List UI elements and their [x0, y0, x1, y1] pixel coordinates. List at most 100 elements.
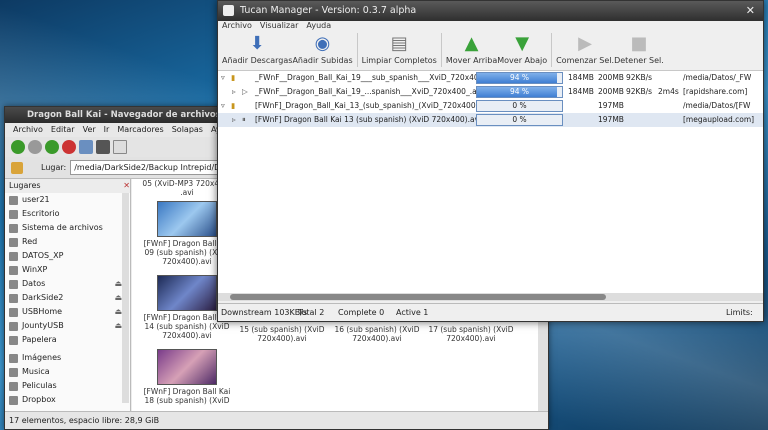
sidebar-item-label: Red [22, 237, 38, 246]
sidebar-item-usbhome[interactable]: USBHome ⏏ [5, 305, 130, 319]
menu-marcadores[interactable]: Marcadores [113, 123, 167, 137]
toolbar-separator [356, 33, 358, 67]
menu-ir[interactable]: Ir [100, 123, 114, 137]
video-thumbnail [157, 201, 217, 237]
start-selected-button[interactable]: ▶ Comenzar Sel. [556, 31, 615, 66]
start-selected-label: Comenzar Sel. [556, 56, 615, 65]
hscroll-thumb[interactable] [230, 294, 606, 300]
eject-icon[interactable]: ⏏ [114, 277, 122, 291]
clear-completed-button[interactable]: ▤ Limpiar Completos [362, 31, 437, 66]
add-uploads-icon: ◉ [314, 32, 331, 54]
sidebar-item-peliculas[interactable]: Peliculas [5, 379, 130, 393]
place-icon [9, 279, 18, 289]
sidebar-item-user21[interactable]: user21 [5, 193, 130, 207]
time-remaining: 2m4s [658, 87, 679, 96]
sidebar-item-datos-xp[interactable]: DATOS_XP [5, 249, 130, 263]
back-icon[interactable] [11, 140, 25, 154]
menu-ayuda[interactable]: Ayuda [306, 21, 339, 31]
move-up-button[interactable]: ▲ Mover Arriba [445, 31, 498, 66]
file-item-label-line: 17 (sub spanish) (XviD [428, 325, 514, 334]
file-item-label-line: 720x400).avi [446, 334, 496, 343]
collapse-arrow-icon[interactable]: ▿ [221, 71, 225, 85]
total-size: 197MB [598, 101, 624, 110]
add-uploads-button[interactable]: ◉ Añadir Subidas [292, 31, 353, 66]
sidebar-item-im-genes[interactable]: Imágenes [5, 351, 130, 365]
total-size: 200MB [598, 87, 624, 96]
menu-ver[interactable]: Ver [79, 123, 100, 137]
sidebar-item-darkside2[interactable]: DarkSide2 ⏏ [5, 291, 130, 305]
eject-icon[interactable]: ⏏ [114, 291, 122, 305]
document-icon[interactable] [113, 140, 127, 154]
menu-archivo[interactable]: Archivo [222, 21, 260, 31]
file-item[interactable]: [FWnF] Dragon Ball Kai 18 (sub spanish) … [132, 349, 242, 405]
sidebar-item-label: USBHome [22, 307, 63, 316]
sidebar-item-dropbox[interactable]: Dropbox [5, 393, 130, 407]
collapse-arrow-icon[interactable]: ▿ [221, 99, 225, 113]
close-window-icon[interactable]: ✕ [746, 4, 755, 18]
progress-text: 94 % [509, 87, 530, 96]
download-progress: 0 % [476, 100, 563, 112]
menu-editar[interactable]: Editar [47, 123, 79, 137]
downloaded-size: 184MB [568, 73, 594, 82]
sidebar-item-escritorio[interactable]: Escritorio [5, 207, 130, 221]
menu-visualizar[interactable]: Visualizar [260, 21, 307, 31]
move-down-button[interactable]: ▼ Mover Abajo [497, 31, 547, 66]
file-item-label-line: 14 (sub spanish) (XviD [144, 322, 230, 331]
eject-icon[interactable]: ⏏ [114, 319, 122, 333]
sidebar-item-jountyusb[interactable]: JountyUSB ⏏ [5, 319, 130, 333]
sidebar-item-datos[interactable]: Datos ⏏ [5, 277, 130, 291]
place-icon [9, 367, 18, 377]
eject-icon[interactable]: ⏏ [114, 305, 122, 319]
download-name: [FWnF]_Dragon_Ball_Kai_13_(sub_spanish)_… [255, 101, 479, 110]
download-progress: 94 % [476, 72, 563, 84]
sidebar-item-musica[interactable]: Musica [5, 365, 130, 379]
sidebar-item-label: DATOS_XP [22, 251, 64, 260]
stop-selected-button[interactable]: ■ Detener Sel. [614, 31, 664, 66]
up-icon[interactable] [45, 140, 59, 154]
computer-icon[interactable] [96, 140, 110, 154]
places-header[interactable]: Lugares ✕ [5, 179, 130, 193]
sidebar-item-papelera[interactable]: Papelera [5, 333, 130, 347]
add-uploads-label: Añadir Subidas [292, 56, 353, 65]
sidebar-item-label: DarkSide2 [22, 293, 64, 302]
menu-archivo[interactable]: Archivo [9, 123, 47, 137]
sidebar-item-label: Imágenes [22, 353, 62, 362]
stop-icon[interactable] [62, 140, 76, 154]
location-label: Lugar: [41, 163, 67, 172]
close-sidebar-icon[interactable]: ✕ [123, 179, 130, 193]
forward-icon[interactable] [28, 140, 42, 154]
limits-status[interactable]: Limits: [726, 304, 753, 322]
expand-arrow-icon[interactable]: ▹ [232, 113, 236, 127]
expand-arrow-icon[interactable]: ▹ [232, 85, 236, 99]
sidebar-scrollbar[interactable] [122, 193, 129, 403]
download-row[interactable]: ▹ ⏸ [FWnF] Dragon Ball Kai 13 (sub spani… [218, 113, 763, 127]
sidebar-item-red[interactable]: Red [5, 235, 130, 249]
sidebar-item-label: JountyUSB [22, 321, 64, 330]
package-icon: ▮ [231, 101, 236, 110]
move-down-icon: ▼ [515, 32, 530, 54]
tucan-toolbar: ⬇ Añadir Descargas ◉ Añadir Subidas ▤ Li… [218, 31, 763, 71]
file-item[interactable]: 15 (sub spanish) (XviD 720x400).avi [227, 325, 337, 343]
progress-text: 94 % [509, 73, 530, 82]
move-up-label: Mover Arriba [445, 56, 498, 65]
file-item-label-line: 720x400).avi [257, 334, 307, 343]
sidebar-item-sistema-de-archivos[interactable]: Sistema de archivos [5, 221, 130, 235]
sidebar-item-winxp[interactable]: WinXP [5, 263, 130, 277]
total-size: 197MB [598, 115, 624, 124]
file-item[interactable]: 17 (sub spanish) (XviD 720x400).avi [416, 325, 526, 343]
home-icon[interactable] [79, 140, 93, 154]
place-icon [9, 307, 18, 317]
downloaded-size: 184MB [568, 87, 594, 96]
download-row[interactable]: ▹ ▷ _FWnF__Dragon_Ball_Kai_19_...spanish… [218, 85, 763, 99]
total-size: 200MB [598, 73, 624, 82]
downloads-hscrollbar[interactable] [218, 293, 763, 301]
edit-location-icon[interactable] [11, 161, 23, 174]
menu-solapas[interactable]: Solapas [168, 123, 207, 137]
sidebar-item-label: Peliculas [22, 381, 57, 390]
downloads-list: ▿ ▮ _FWnF__Dragon_Ball_Kai_19___sub_span… [218, 71, 763, 293]
download-speed: 92KB/s [626, 87, 653, 96]
place-icon [9, 237, 18, 247]
add-downloads-button[interactable]: ⬇ Añadir Descargas [222, 31, 292, 66]
download-row[interactable]: ▿ ▮ _FWnF__Dragon_Ball_Kai_19___sub_span… [218, 71, 763, 85]
download-row[interactable]: ▿ ▮ [FWnF]_Dragon_Ball_Kai_13_(sub_spani… [218, 99, 763, 113]
